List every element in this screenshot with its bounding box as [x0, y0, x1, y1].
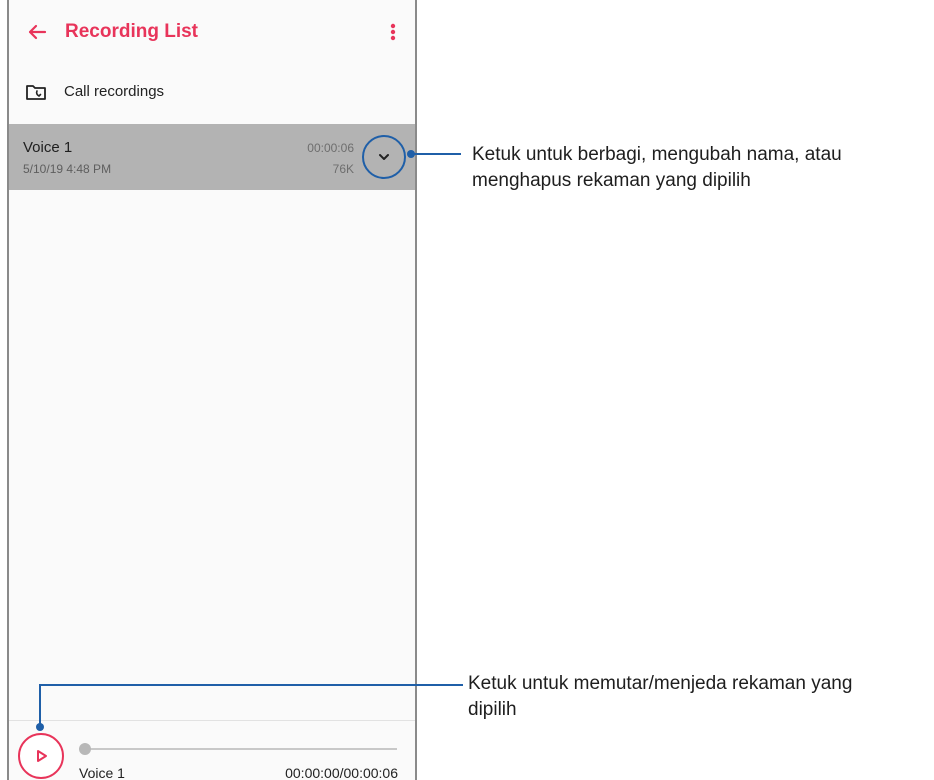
folder-label: Call recordings: [64, 83, 165, 100]
more-vertical-icon: [390, 23, 396, 41]
arrow-left-icon: [28, 24, 47, 40]
callout-play-vline: [39, 685, 41, 727]
player-time: 00:00:00/00:00:06: [285, 765, 398, 780]
player-recording-name: Voice 1: [79, 765, 125, 780]
play-button[interactable]: [18, 733, 64, 779]
callout-play-text: Ketuk untuk memutar/menjeda rekaman yang…: [468, 671, 852, 723]
play-icon: [37, 750, 47, 762]
recording-duration: 00:00:06: [307, 141, 354, 155]
progress-thumb[interactable]: [79, 743, 91, 755]
expand-options-button[interactable]: [362, 135, 406, 179]
call-recordings-folder[interactable]: Call recordings: [9, 72, 415, 112]
app-bar: Recording List: [9, 0, 415, 64]
phone-screen: Recording List Call recordings Voice 1 5…: [7, 0, 417, 780]
callout-expand-text: Ketuk untuk berbagi, mengubah nama, atau…: [472, 142, 842, 194]
back-button[interactable]: [23, 18, 51, 46]
recording-list-item[interactable]: Voice 1 5/10/19 4:48 PM 00:00:06 76K: [9, 124, 415, 190]
recording-size: 76K: [332, 162, 354, 176]
player-bar: Voice 1 00:00:00/00:00:06: [9, 720, 415, 780]
progress-track[interactable]: [85, 748, 397, 750]
more-options-button[interactable]: [381, 18, 405, 46]
recording-date: 5/10/19 4:48 PM: [23, 162, 112, 176]
page-title: Recording List: [65, 21, 199, 42]
callout-expand-line2: menghapus rekaman yang dipilih: [472, 170, 751, 191]
chevron-down-icon: [379, 154, 389, 160]
callout-play-hline: [39, 684, 463, 686]
recording-name: Voice 1: [23, 139, 73, 156]
callout-expand-line1: Ketuk untuk berbagi, mengubah nama, atau: [472, 144, 842, 165]
folder-call-icon: [26, 85, 46, 100]
callout-expand-line: [411, 153, 461, 155]
callout-play-line2: dipilih: [468, 699, 517, 720]
callout-play-line1: Ketuk untuk memutar/menjeda rekaman yang: [468, 673, 853, 694]
